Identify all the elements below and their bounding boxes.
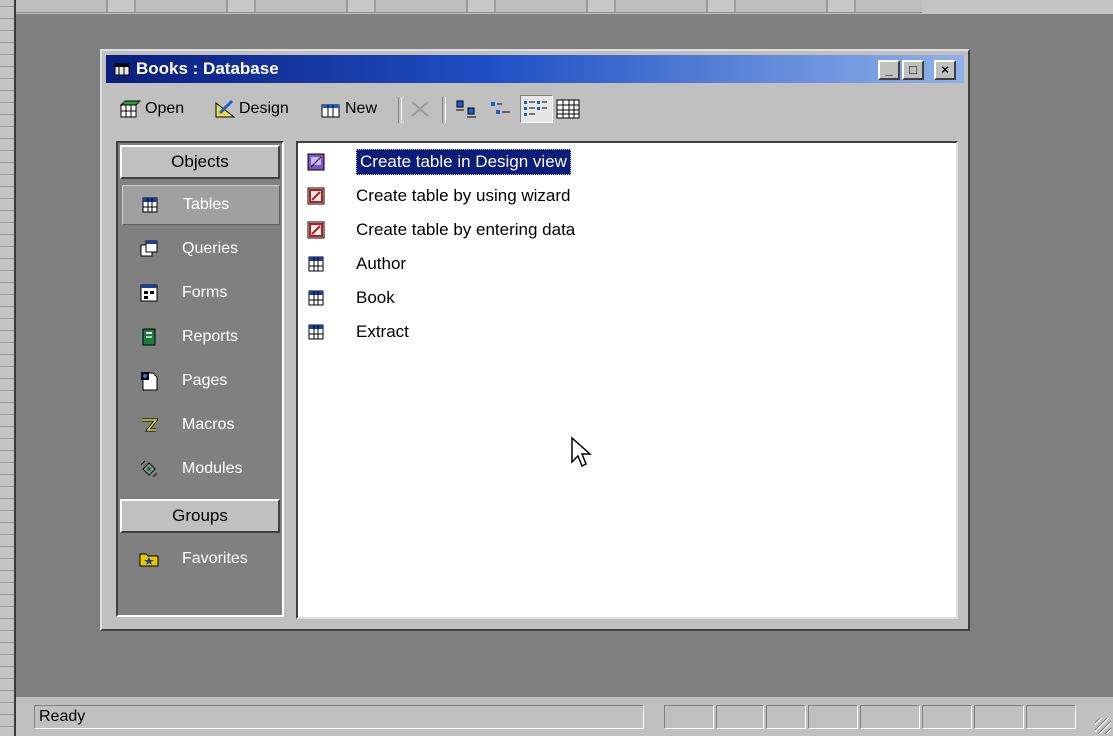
form-icon xyxy=(138,282,160,304)
list-item[interactable]: Author xyxy=(306,249,406,279)
query-icon xyxy=(138,238,160,260)
status-cell xyxy=(1026,705,1076,729)
objects-item-forms[interactable]: Forms xyxy=(122,273,280,313)
groups-header-button[interactable]: Groups xyxy=(120,499,280,533)
objects-bar: Objects Tables Queries Forms Reports Pag… xyxy=(116,141,284,617)
status-cell xyxy=(716,705,764,729)
objects-item-label: Queries xyxy=(182,240,239,257)
table-icon xyxy=(306,322,326,342)
database-icon xyxy=(114,63,130,76)
toolbar-separator xyxy=(442,97,446,123)
object-list: Create table in Design view Create table… xyxy=(296,141,958,619)
module-icon xyxy=(138,458,160,480)
status-cell xyxy=(974,705,1024,729)
objects-item-label: Modules xyxy=(182,460,243,477)
objects-item-pages[interactable]: Pages xyxy=(122,361,280,401)
database-window: Books : Database _ □ × Open Design New O… xyxy=(100,49,970,631)
objects-header-button[interactable]: Objects xyxy=(120,145,280,179)
groups-item-favorites[interactable]: Favorites xyxy=(122,539,280,579)
design-icon xyxy=(215,99,236,118)
minimize-button[interactable]: _ xyxy=(878,60,900,80)
objects-item-label: Forms xyxy=(182,284,228,301)
details-view-button[interactable] xyxy=(554,95,585,123)
table-icon xyxy=(306,288,326,308)
small-icons-icon xyxy=(491,102,510,114)
details-view-icon xyxy=(556,99,580,119)
large-icons-icon xyxy=(456,100,476,118)
objects-item-queries[interactable]: Queries xyxy=(122,229,280,269)
wizard-icon xyxy=(306,186,326,206)
delete-button[interactable] xyxy=(408,95,435,123)
objects-item-label: Reports xyxy=(182,328,239,345)
objects-item-label: Macros xyxy=(182,416,235,433)
list-item-label: Extract xyxy=(356,322,409,341)
status-cell xyxy=(922,705,972,729)
favorites-folder-icon xyxy=(138,548,160,570)
resize-grip-icon[interactable] xyxy=(1095,718,1111,734)
objects-item-modules[interactable]: Modules xyxy=(122,449,280,489)
list-view-button[interactable] xyxy=(520,95,553,123)
macro-icon xyxy=(138,414,160,436)
mouse-pointer-icon xyxy=(571,436,592,468)
status-cell xyxy=(664,705,714,729)
status-cell xyxy=(766,705,806,729)
groups-item-label: Favorites xyxy=(182,550,248,567)
report-icon xyxy=(138,326,160,348)
new-button[interactable]: New xyxy=(318,95,377,123)
list-item[interactable]: Extract xyxy=(306,317,409,347)
status-cell xyxy=(860,705,920,729)
open-label: Open xyxy=(145,100,185,117)
design-wizard-icon xyxy=(306,152,326,172)
table-icon xyxy=(139,194,161,216)
small-icons-button[interactable] xyxy=(488,95,517,123)
maximize-button[interactable]: □ xyxy=(902,60,924,80)
list-item[interactable]: Create table by using wizard xyxy=(306,181,571,211)
open-button[interactable]: Open xyxy=(120,95,184,123)
page-icon xyxy=(138,370,160,392)
open-icon xyxy=(120,100,142,118)
new-table-icon xyxy=(320,100,340,118)
app-toolbar-remnant xyxy=(16,0,922,13)
list-item-label: Create table by entering data xyxy=(356,220,576,239)
titlebar[interactable]: Books : Database _ □ × xyxy=(106,55,964,83)
database-toolbar: Open Design New xyxy=(108,91,958,127)
wizard-icon xyxy=(306,220,326,240)
objects-item-reports[interactable]: Reports xyxy=(122,317,280,357)
status-text: Ready xyxy=(34,705,644,729)
list-item[interactable]: Book xyxy=(306,283,395,313)
status-bar: Ready xyxy=(16,697,1113,736)
objects-item-label: Tables xyxy=(183,196,230,213)
window-title: Books : Database xyxy=(136,59,279,78)
objects-item-tables[interactable]: Tables xyxy=(122,185,280,225)
delete-icon xyxy=(411,101,429,117)
list-item-label: Create table in Design view xyxy=(356,149,571,175)
list-item-label: Create table by using wizard xyxy=(356,186,571,205)
large-icons-button[interactable] xyxy=(454,95,483,123)
new-label: New xyxy=(345,100,378,117)
objects-item-macros[interactable]: Macros xyxy=(122,405,280,445)
close-button[interactable]: × xyxy=(934,60,956,80)
design-label: Design xyxy=(239,100,289,117)
status-cell xyxy=(808,705,858,729)
objects-item-label: Pages xyxy=(182,372,228,389)
design-button[interactable]: Design xyxy=(214,95,289,123)
list-item[interactable]: Create table in Design view xyxy=(306,147,571,177)
list-item-label: Book xyxy=(356,288,395,307)
list-item[interactable]: Create table by entering data xyxy=(306,215,575,245)
list-view-icon xyxy=(524,101,547,116)
toolbar-separator xyxy=(398,97,402,123)
app-left-edge xyxy=(0,0,16,736)
list-item-label: Author xyxy=(356,254,407,273)
table-icon xyxy=(306,254,326,274)
